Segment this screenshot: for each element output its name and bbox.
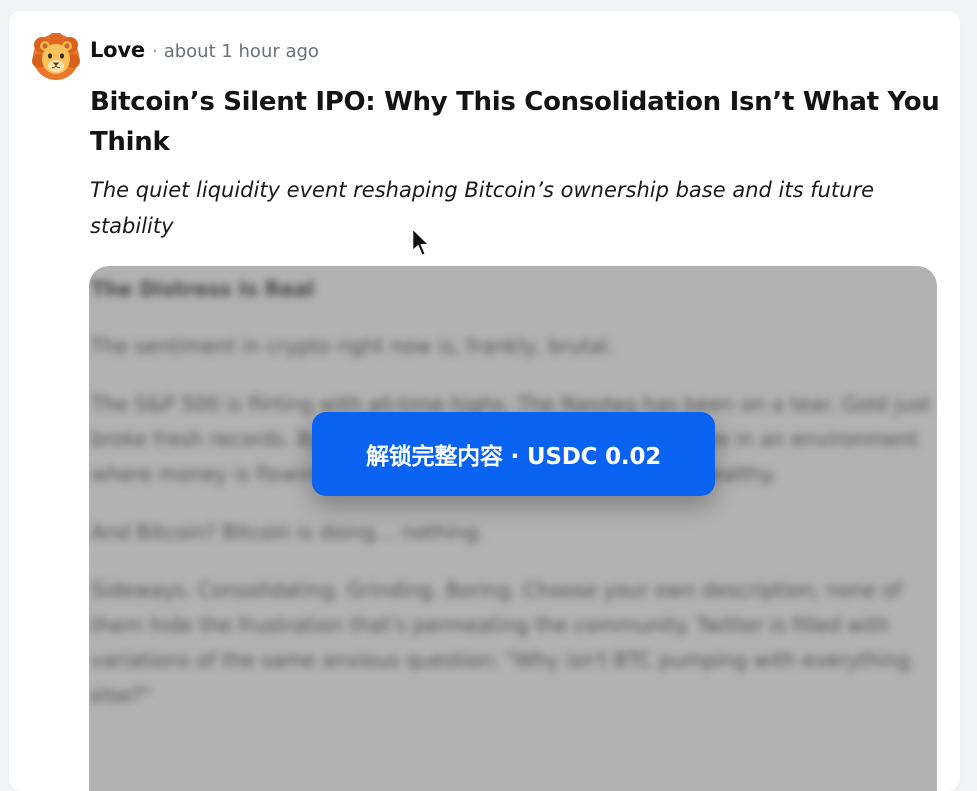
meta-separator: · <box>151 41 158 62</box>
author-name[interactable]: Love <box>90 38 145 62</box>
blurred-heading: The Distress Is Real <box>91 277 315 301</box>
blurred-article-text: The Distress Is Real The sentiment in cr… <box>89 266 937 736</box>
post-meta: Love · about 1 hour ago <box>90 38 319 66</box>
locked-content-preview: The Distress Is Real The sentiment in cr… <box>89 266 937 791</box>
blurred-paragraph: Sideways. Consolidating. Grinding. Borin… <box>91 578 911 707</box>
lion-avatar-icon[interactable] <box>32 32 80 81</box>
blurred-paragraph: The sentiment in crypto right now is, fr… <box>91 334 614 358</box>
post-card: Love · about 1 hour ago Bitcoin’s Silent… <box>9 11 960 791</box>
blurred-paragraph: And Bitcoin? Bitcoin is doing… nothing. <box>91 520 485 544</box>
unlock-content-button[interactable]: 解锁完整内容 · USDC 0.02 <box>312 412 715 496</box>
post-subtitle: The quiet liquidity event reshaping Bitc… <box>90 178 875 238</box>
post-timestamp: about 1 hour ago <box>163 41 319 62</box>
post-title[interactable]: Bitcoin’s Silent IPO: Why This Consolida… <box>90 82 950 162</box>
